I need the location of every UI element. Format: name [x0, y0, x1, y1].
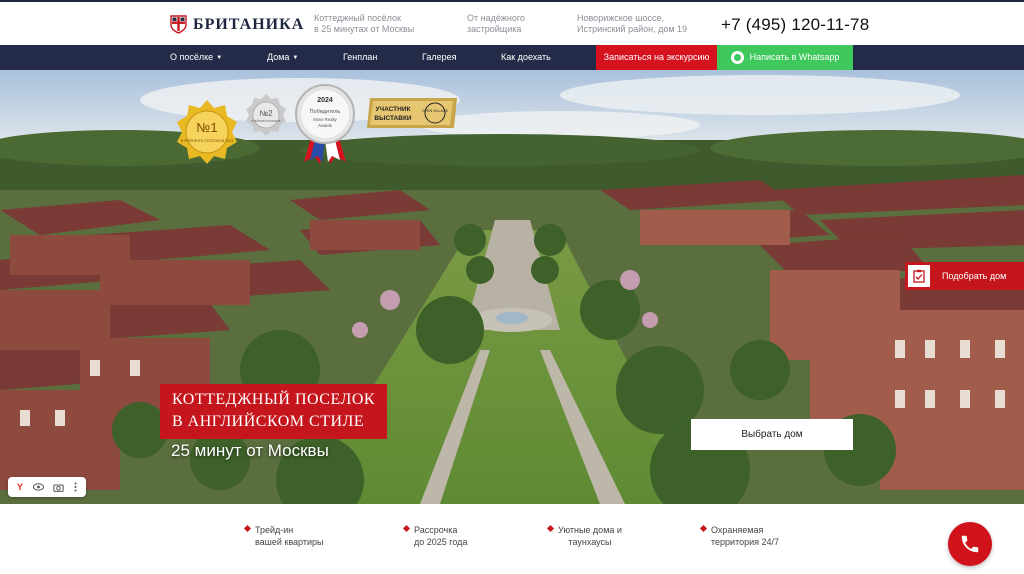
diamond-bullet-icon	[402, 524, 411, 533]
crest-icon	[170, 15, 187, 34]
pick-house-button[interactable]: Подобрать дом	[905, 262, 1024, 290]
feature-line1: Трейд-ин	[255, 525, 294, 535]
camera-icon[interactable]	[53, 483, 65, 492]
rating-badge-first-number: №1	[196, 120, 217, 135]
rating-badge-first: №1 В РЕЙТИНГЕ ПОСЕЛКОВ 2023	[177, 100, 237, 164]
chevron-down-icon: ▼	[292, 55, 299, 61]
nav-item-label: О посёлке	[170, 52, 214, 62]
feature-houses: Уютные дома и таунхаусы	[546, 524, 622, 548]
phone-link[interactable]: +7 (495) 120-11-78	[721, 15, 869, 35]
feature-line2: вашей квартиры	[255, 537, 324, 547]
feature-line2: территория 24/7	[711, 537, 780, 547]
expo-badge-tag: OPEN VILLAGE	[422, 109, 449, 113]
header-info-location: Коттеджный посёлок в 25 минутах от Москв…	[314, 13, 415, 34]
nav-item-gallery[interactable]: Галерея	[422, 45, 457, 70]
logo[interactable]: БРИТАНИКА	[170, 15, 304, 34]
main-nav: О посёлке ▼ Дома ▼ Генплан Галерея Как дое…	[0, 45, 1024, 70]
feature-security: Охраняемая территория 24/7	[699, 524, 780, 548]
rating-badge-second-number: №2	[259, 109, 273, 118]
whatsapp-icon	[730, 51, 744, 64]
nav-item-label: Галерея	[422, 52, 457, 62]
phone-icon	[961, 535, 979, 553]
hero-title-box: КОТТЕДЖНЫЙ ПОСЕЛОК В АНГЛИЙСКОМ СТИЛЕ	[160, 384, 388, 439]
award-badge-line2: Move Realty	[313, 117, 337, 122]
nav-item-directions[interactable]: Как доехать	[501, 45, 551, 70]
features-strip: Трейд-ин вашей квартиры Рассрочка до 202…	[0, 504, 1024, 574]
village-aerial-image	[0, 70, 1024, 504]
expo-badge: УЧАСТНИК ВЫСТАВКИ OPEN VILLAGE	[367, 98, 457, 128]
award-badge-year: 2024	[317, 97, 333, 104]
expo-badge-line1: УЧАСТНИК	[376, 106, 411, 113]
whatsapp-button[interactable]: Написать в Whatsapp	[717, 45, 853, 70]
book-tour-button[interactable]: Записаться на экскурсию	[596, 45, 717, 70]
nav-item-label: Генплан	[343, 52, 378, 62]
nav-item-label: Дома	[267, 52, 290, 62]
eye-icon[interactable]	[32, 483, 44, 491]
feature-installment: Рассрочка до 2025 года	[402, 524, 468, 548]
choose-house-button[interactable]: Выбрать дом	[691, 419, 853, 450]
browser-toolbar-widget: Y	[8, 477, 86, 497]
clipboard-check-icon	[908, 265, 930, 287]
feature-line1: Охраняемая	[711, 525, 764, 535]
logo-text: БРИТАНИКА	[193, 15, 305, 33]
feature-line2: до 2025 года	[414, 537, 468, 547]
diamond-bullet-icon	[243, 524, 252, 533]
feature-line1: Рассрочка	[414, 525, 458, 535]
hero-banner: №1 В РЕЙТИНГЕ ПОСЕЛКОВ 2023 №2 В РЕЙТИНГ…	[0, 70, 1024, 504]
nav-item-masterplan[interactable]: Генплан	[343, 45, 377, 70]
yandex-icon[interactable]: Y	[17, 482, 23, 492]
rating-badge-second-caption: В РЕЙТИНГЕ ПОСЕЛКОВ	[252, 120, 281, 123]
call-button[interactable]	[948, 522, 992, 566]
rating-badge-second: №2 В РЕЙТИНГЕ ПОСЕЛКОВ	[246, 94, 286, 136]
more-options-icon[interactable]	[74, 482, 77, 492]
feature-line1: Уютные дома и	[558, 525, 622, 535]
hero-title: КОТТЕДЖНЫЙ ПОСЕЛОК В АНГЛИЙСКОМ СТИЛЕ	[172, 391, 376, 430]
whatsapp-button-label: Написать в Whatsapp	[749, 52, 840, 62]
site-header: БРИТАНИКА Коттеджный посёлок в 25 минута…	[0, 0, 1024, 45]
nav-item-label: Как доехать	[501, 52, 551, 62]
diamond-bullet-icon	[699, 524, 708, 533]
diamond-bullet-icon	[546, 524, 555, 533]
chevron-down-icon: ▼	[216, 55, 223, 61]
header-info-developer: От надёжного застройщика	[467, 13, 525, 34]
nav-item-houses[interactable]: Дома ▼	[267, 45, 298, 70]
award-badge-line3: Awards	[318, 123, 332, 128]
feature-trade-in: Трейд-ин вашей квартиры	[243, 524, 324, 548]
nav-item-about[interactable]: О посёлке ▼	[170, 45, 222, 70]
header-info-address: Новорижское шоссе, Истринский район, дом…	[577, 13, 688, 34]
hero-subtitle: 25 минут от Москвы	[171, 441, 329, 460]
rating-badge-first-caption: В РЕЙТИНГЕ ПОСЕЛКОВ 2023	[181, 139, 233, 143]
pick-house-label: Подобрать дом	[942, 271, 1007, 281]
award-badge: 2024 Победитель Move Realty Awards	[295, 84, 355, 164]
award-badge-line1: Победитель	[310, 109, 341, 115]
feature-line2: таунхаусы	[568, 537, 612, 547]
expo-badge-line2: ВЫСТАВКИ	[374, 115, 412, 122]
